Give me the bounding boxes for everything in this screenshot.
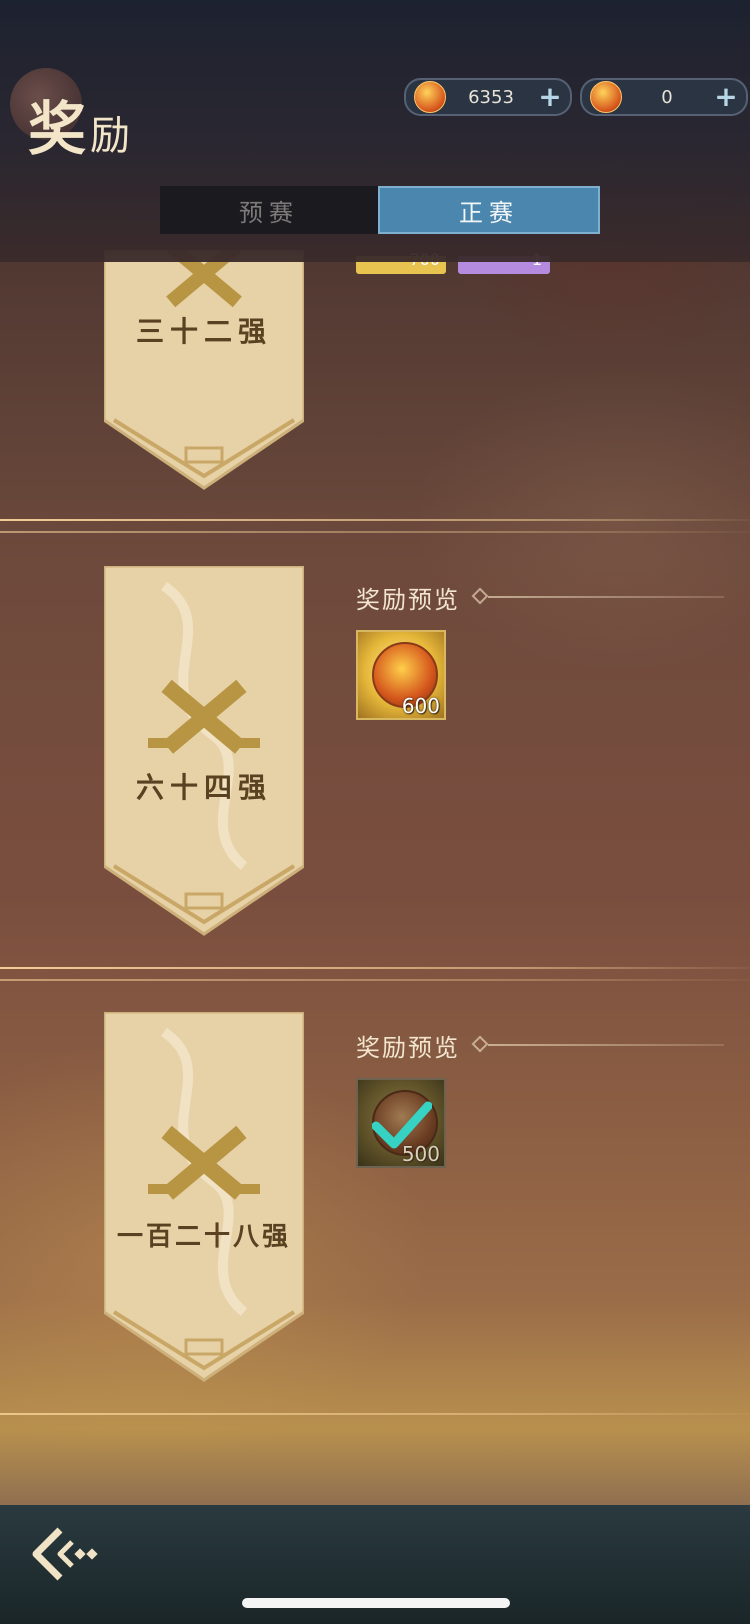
tab-preliminary[interactable]: 预赛	[160, 186, 378, 234]
tab-bar: 预赛 正赛	[160, 186, 600, 234]
add-currency-button[interactable]: +	[536, 83, 564, 111]
row-divider	[0, 979, 750, 981]
reward-count: 600	[401, 694, 440, 718]
row-divider	[0, 967, 750, 969]
rank-label: 三十二强	[135, 315, 272, 348]
rank-banner-64: 六十四强	[104, 566, 304, 936]
add-currency-button[interactable]: +	[712, 83, 740, 111]
reward-preview-title: 奖励预览	[356, 1034, 460, 1062]
back-arrow-icon[interactable]	[30, 1526, 100, 1582]
preview-divider	[488, 1044, 724, 1046]
currency-medals: 6353 +	[404, 78, 572, 116]
reward-count: 500	[401, 1142, 440, 1166]
tab-main-event[interactable]: 正赛	[378, 186, 600, 234]
page-title: 奖励	[28, 82, 134, 166]
page-title-char: 励	[90, 113, 135, 159]
page-title-char: 奖	[28, 95, 91, 163]
currency-value: 0	[661, 86, 673, 108]
header: 奖励 6353 + 0 + 预赛 正赛	[0, 0, 750, 262]
flame-medal-icon	[414, 81, 446, 113]
currency-value: 6353	[468, 86, 514, 108]
row-divider	[0, 519, 750, 521]
reward-item[interactable]: 500	[356, 1078, 446, 1168]
reward-preview-title: 奖励预览	[356, 586, 460, 614]
rank-label: 一百二十八强	[116, 1222, 291, 1252]
home-indicator	[242, 1598, 510, 1608]
rank-label: 六十四强	[135, 771, 272, 804]
currency-feathers: 0 +	[580, 78, 748, 116]
row-divider	[0, 531, 750, 533]
flame-feather-icon	[590, 81, 622, 113]
rank-banner-32: 三十二强	[104, 250, 304, 490]
preview-divider	[488, 596, 724, 598]
reward-item[interactable]: 600	[356, 630, 446, 720]
row-divider	[0, 1413, 750, 1415]
rank-banner-128: 一百二十八强	[104, 1012, 304, 1382]
